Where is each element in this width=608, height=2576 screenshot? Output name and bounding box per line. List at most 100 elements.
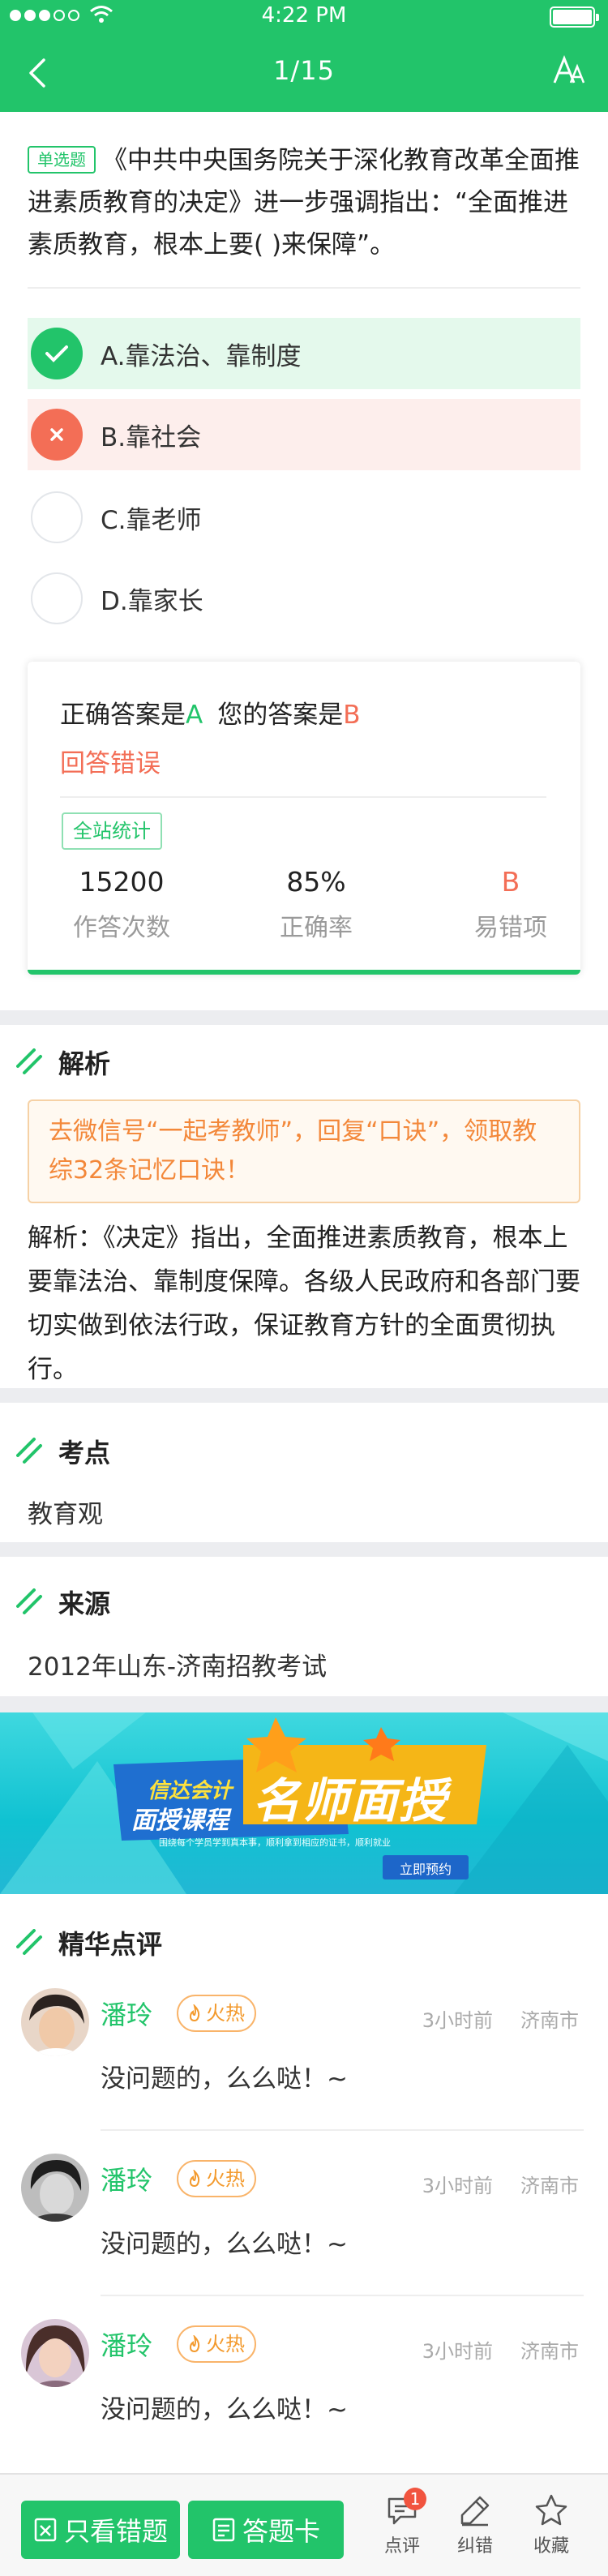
- comment-time: 3小时前: [422, 2340, 493, 2363]
- page-title: 1/15: [273, 55, 335, 86]
- section-mark-icon: [16, 1929, 42, 1955]
- button-label: 只看错题: [63, 2516, 168, 2547]
- stat-common-error: B 易错项: [430, 866, 592, 943]
- stat-label: 正确率: [280, 914, 353, 942]
- hot-label: 火热: [206, 2002, 245, 2025]
- tool-label: 点评: [383, 2536, 420, 2557]
- font-size-icon: [553, 54, 585, 84]
- hot-label: 火热: [206, 2333, 245, 2355]
- wrong-only-button[interactable]: 只看错题: [21, 2501, 180, 2559]
- star-icon: [535, 2494, 567, 2526]
- knowledge-heading: 考点: [16, 1435, 110, 1468]
- avatar[interactable]: [21, 1988, 89, 2056]
- answer-card-button[interactable]: 答题卡: [188, 2501, 344, 2559]
- check-icon: [31, 328, 83, 379]
- analysis-text: 解析：《决定》指出，全面推进素质教育，根本上要靠法治、靠制度保障。各级人民政府和…: [28, 1224, 580, 1384]
- avatar[interactable]: [21, 2154, 89, 2222]
- source-text: 2012年山东-济南招教考试: [28, 1652, 328, 1682]
- option-label: C.靠老师: [101, 505, 202, 535]
- section-mark-icon: [16, 1438, 42, 1464]
- answer-line: 正确答案是A 您的答案是B: [60, 694, 361, 731]
- flame-icon: [189, 2004, 200, 2022]
- comment-city: 济南市: [520, 2175, 579, 2197]
- avatar[interactable]: [21, 2319, 89, 2387]
- comment-author[interactable]: 潘玲: [101, 1995, 152, 2032]
- ad-banner[interactable]: 信达会计 面授课程 名师面授 围绕每个学员学到真本事，顺利拿到相应的证书，顺利就…: [0, 1712, 608, 1894]
- review-count-badge: 1: [404, 2488, 426, 2510]
- font-size-button[interactable]: [553, 52, 585, 89]
- stat-accuracy: 85% 正确率: [235, 866, 397, 943]
- your-answer-value: B: [343, 701, 361, 730]
- banner-cta-button[interactable]: 立即预约: [383, 1858, 469, 1878]
- comment-text: 没问题的，么么哒！~: [101, 2395, 348, 2424]
- section-mark-icon: [16, 1048, 42, 1074]
- question-text: 单选题 《中共中央国务院关于深化教育改革全面推进素质教育的决定》进一步强调指出：“…: [28, 139, 584, 266]
- wrong-list-icon: [34, 2518, 57, 2542]
- radio-empty-icon: [31, 572, 83, 624]
- cross-icon: [31, 409, 83, 461]
- flame-icon: [189, 2335, 200, 2353]
- radio-empty-icon: [31, 491, 83, 543]
- comment-text: 没问题的，么么哒！~: [101, 2230, 348, 2259]
- comment-text: 没问题的，么么哒！~: [101, 2064, 348, 2094]
- stats-tag: 全站统计: [62, 812, 162, 850]
- section-title: 考点: [58, 1438, 111, 1468]
- hot-badge: 火热: [177, 1995, 256, 2032]
- comment-author[interactable]: 潘玲: [101, 2160, 152, 2197]
- question-type-badge: 单选题: [28, 146, 96, 174]
- comment-time: 3小时前: [422, 2175, 493, 2197]
- answer-card-icon: [212, 2518, 235, 2542]
- bottom-bar: 只看错题 答题卡 点评 1 纠错 收藏: [0, 2473, 608, 2576]
- banner-brand-line2: 面授课程: [131, 1807, 229, 1835]
- option-d[interactable]: D.靠家长: [28, 563, 580, 634]
- section-title: 解析: [58, 1048, 111, 1079]
- section-mark-icon: [16, 1588, 42, 1614]
- hot-badge: 火热: [177, 2325, 256, 2363]
- knowledge-text: 教育观: [28, 1500, 103, 1529]
- comments-heading: 精华点评: [16, 1927, 163, 1960]
- option-c[interactable]: C.靠老师: [28, 482, 580, 553]
- comment-item: 潘玲 火热 3小时前 济南市 没问题的，么么哒！~: [0, 2295, 608, 2462]
- comment-item: 潘玲 火热 3小时前 济南市 没问题的，么么哒！~: [0, 2129, 608, 2296]
- section-title: 来源: [58, 1588, 111, 1619]
- report-error-button[interactable]: 纠错: [443, 2492, 507, 2557]
- divider: [28, 287, 580, 289]
- top-bar: 4:22 PM 1/15: [0, 0, 608, 112]
- button-label: 答题卡: [242, 2516, 320, 2547]
- hot-label: 火热: [206, 2167, 245, 2190]
- option-label: A.靠法治、靠制度: [101, 341, 302, 371]
- stat-label: 易错项: [474, 914, 547, 942]
- comment-item: 潘玲 火热 3小时前 济南市 没问题的，么么哒！~: [0, 1964, 608, 2131]
- stat-label: 作答次数: [73, 914, 170, 942]
- option-label: D.靠家长: [101, 586, 203, 616]
- correct-answer-value: A: [186, 701, 203, 730]
- option-a[interactable]: A.靠法治、靠制度: [28, 318, 580, 389]
- section-title: 精华点评: [58, 1929, 163, 1960]
- stat-value: 85%: [286, 866, 346, 898]
- status-time: 4:22 PM: [261, 3, 347, 28]
- comment-city: 济南市: [520, 2009, 579, 2032]
- review-button[interactable]: 点评 1: [370, 2488, 435, 2557]
- hot-badge: 火热: [177, 2160, 256, 2197]
- tool-label: 收藏: [533, 2536, 569, 2557]
- favorite-button[interactable]: 收藏: [519, 2492, 584, 2557]
- result-card: 正确答案是A 您的答案是B 回答错误 全站统计 15200 作答次数 85% 正确…: [28, 662, 580, 975]
- source-heading: 来源: [16, 1586, 111, 1619]
- stat-value: B: [501, 866, 520, 898]
- question-stem: 《中共中央国务院关于深化教育改革全面推进素质教育的决定》进一步强调指出：“全面推…: [28, 146, 580, 259]
- comment-city: 济南市: [520, 2340, 579, 2363]
- banner-title: 名师面授: [253, 1773, 448, 1828]
- page: 4:22 PM 1/15 单选题 《中共中央国务院关于深化教育改革全面推进素质教育…: [0, 0, 608, 2576]
- stat-attempts: 15200 作答次数: [41, 866, 203, 943]
- tool-label: 纠错: [456, 2536, 493, 2557]
- status-bar: 4:22 PM: [0, 0, 608, 32]
- option-b[interactable]: B.靠社会: [28, 399, 580, 470]
- comment-author[interactable]: 潘玲: [101, 2325, 152, 2363]
- comment-time: 3小时前: [422, 2009, 493, 2032]
- stat-value: 15200: [79, 866, 165, 898]
- promo-notice[interactable]: 去微信号“一起考教师”，回复“口诀”，领取教综32条记忆口诀！: [28, 1099, 580, 1203]
- correct-answer-label: 正确答案是: [60, 701, 186, 730]
- option-label: B.靠社会: [101, 422, 202, 452]
- analysis-heading: 解析: [16, 1046, 111, 1079]
- pencil-icon: [460, 2496, 490, 2527]
